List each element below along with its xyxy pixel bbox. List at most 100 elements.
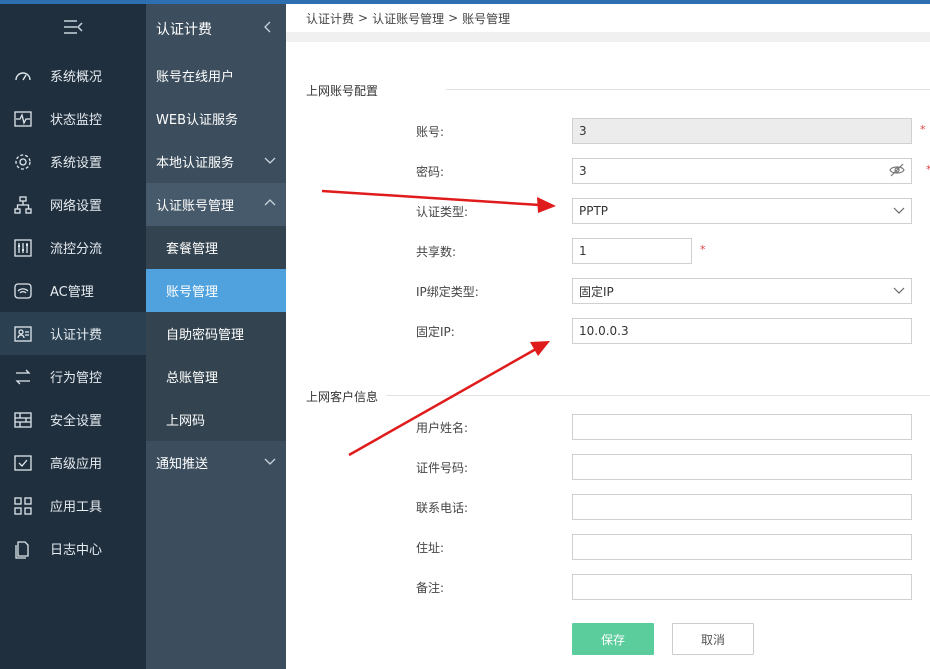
submenu-child-access-code[interactable]: 上网码 [146, 398, 286, 441]
breadcrumb-separator: > [448, 11, 459, 25]
ip-bind-type-select[interactable]: 固定IP [572, 278, 912, 304]
field-label: 认证类型: [416, 205, 469, 219]
submenu-child-packages[interactable]: 套餐管理 [146, 226, 286, 269]
nav-item-log-center[interactable]: 日志中心 [0, 527, 146, 570]
submenu-title: 认证计费 [156, 22, 212, 38]
form-row-remark: 备注: [286, 574, 930, 600]
save-button[interactable]: 保存 [572, 623, 654, 655]
nav-item-behavior-control[interactable]: 行为管控 [0, 355, 146, 398]
nav-item-flow-control[interactable]: 流控分流 [0, 226, 146, 269]
field-label: 住址: [416, 541, 445, 555]
submenu-child-accounts[interactable]: 账号管理 [146, 269, 286, 312]
form-row-id-number: 证件号码: [286, 454, 930, 480]
submenu-item-online-users[interactable]: 账号在线用户 [146, 54, 286, 97]
field-label: 固定IP: [416, 325, 455, 339]
account-value: 3 [579, 124, 587, 138]
section-title: 上网账号配置 [306, 84, 379, 98]
required-mark: * [700, 243, 706, 256]
nav-item-label: 高级应用 [50, 457, 103, 472]
submenu-item-label: 认证账号管理 [156, 199, 235, 214]
nav-item-label: 安全设置 [50, 414, 103, 429]
dashboard-icon [12, 65, 34, 87]
submenu-child-ledger[interactable]: 总账管理 [146, 355, 286, 398]
grid-apps-icon [12, 495, 34, 517]
chevron-down-icon [264, 154, 276, 170]
nav-item-label: 系统设置 [50, 156, 103, 171]
field-label: 共享数: [416, 245, 457, 259]
password-value: 3 [579, 164, 587, 178]
breadcrumb-item[interactable]: 认证账号管理 [372, 10, 444, 27]
breadcrumb-item[interactable]: 认证计费 [306, 10, 354, 27]
nav-item-ac-management[interactable]: AC管理 [0, 269, 146, 312]
submenu-item-local-auth[interactable]: 本地认证服务 [146, 140, 286, 183]
network-icon [12, 194, 34, 216]
nav-item-monitor[interactable]: 状态监控 [0, 97, 146, 140]
form-row-ip-bind-type: IP绑定类型: 固定IP [286, 278, 930, 304]
name-input[interactable] [572, 414, 912, 440]
sliders-icon [12, 237, 34, 259]
document-icon [12, 538, 34, 560]
share-count-input[interactable]: 1 [572, 238, 692, 264]
phone-input-box[interactable] [579, 500, 905, 514]
field-label: 联系电话: [416, 501, 469, 515]
nav-item-label: 系统概况 [50, 70, 103, 85]
gear-icon [12, 151, 34, 173]
firewall-icon [12, 409, 34, 431]
fixed-ip-input[interactable]: 10.0.0.3 [572, 318, 912, 344]
section-title: 上网客户信息 [306, 390, 379, 404]
password-field[interactable]: 3 [572, 158, 912, 184]
cancel-button[interactable]: 取消 [672, 623, 754, 655]
nav-item-system-settings[interactable]: 系统设置 [0, 140, 146, 183]
submenu-child-label: 自助密码管理 [166, 328, 245, 343]
nav-item-overview[interactable]: 系统概况 [0, 54, 146, 97]
submenu-child-self-password[interactable]: 自助密码管理 [146, 312, 286, 355]
id-number-input[interactable] [572, 454, 912, 480]
nav-item-security[interactable]: 安全设置 [0, 398, 146, 441]
ip-bind-type-value: 固定IP [579, 284, 614, 299]
name-input-box[interactable] [579, 420, 905, 434]
submenu-child-label: 上网码 [166, 414, 206, 429]
remark-input[interactable] [572, 574, 912, 600]
auth-type-value: PPTP [579, 204, 609, 218]
chevron-down-icon [893, 284, 905, 299]
field-label: 用户姓名: [416, 421, 469, 435]
section-divider [386, 395, 930, 396]
nav-item-label: 日志中心 [50, 543, 103, 558]
id-number-input-box[interactable] [579, 460, 905, 474]
field-label: 备注: [416, 581, 445, 595]
submenu-child-label: 总账管理 [166, 371, 219, 386]
top-accent-bar [0, 0, 930, 4]
address-input[interactable] [572, 534, 912, 560]
field-label: 证件号码: [416, 461, 469, 475]
nav-item-advanced-apps[interactable]: 高级应用 [0, 441, 146, 484]
form-row-phone: 联系电话: [286, 494, 930, 520]
submenu-item-web-auth[interactable]: WEB认证服务 [146, 97, 286, 140]
submenu-item-notifications[interactable]: 通知推送 [146, 441, 286, 484]
eye-slash-icon[interactable] [889, 163, 905, 180]
fixed-ip-value: 10.0.0.3 [579, 324, 629, 338]
chevron-down-icon [264, 455, 276, 471]
collapse-menu-button[interactable] [0, 4, 146, 54]
submenu-child-label: 账号管理 [166, 285, 219, 300]
nav-item-network[interactable]: 网络设置 [0, 183, 146, 226]
remark-input-box[interactable] [579, 580, 905, 594]
submenu-item-account-management[interactable]: 认证账号管理 [146, 183, 286, 226]
submenu-item-label: 账号在线用户 [156, 70, 235, 85]
form-row-name: 用户姓名: [286, 414, 930, 440]
nav-item-app-tools[interactable]: 应用工具 [0, 484, 146, 527]
breadcrumb-separator: > [358, 11, 369, 25]
auth-type-select[interactable]: PPTP [572, 198, 912, 224]
phone-input[interactable] [572, 494, 912, 520]
form-row-share-count: 共享数: 1 * [286, 238, 930, 264]
submenu-child-label: 套餐管理 [166, 242, 219, 257]
nav-item-label: 认证计费 [50, 328, 103, 343]
submenu: 认证计费 账号在线用户 WEB认证服务 本地认证服务 认证账号管理 套餐管理 账… [146, 4, 286, 669]
nav-item-auth-billing[interactable]: 认证计费 [0, 312, 146, 355]
address-input-box[interactable] [579, 540, 905, 554]
chevron-left-icon[interactable] [262, 21, 274, 37]
account-field: 3 [572, 118, 912, 144]
form-row-account: 账号: 3 * [286, 118, 930, 144]
swap-arrows-icon [12, 366, 34, 388]
menu-collapse-icon [62, 19, 84, 40]
breadcrumb-item: 账号管理 [462, 11, 511, 26]
